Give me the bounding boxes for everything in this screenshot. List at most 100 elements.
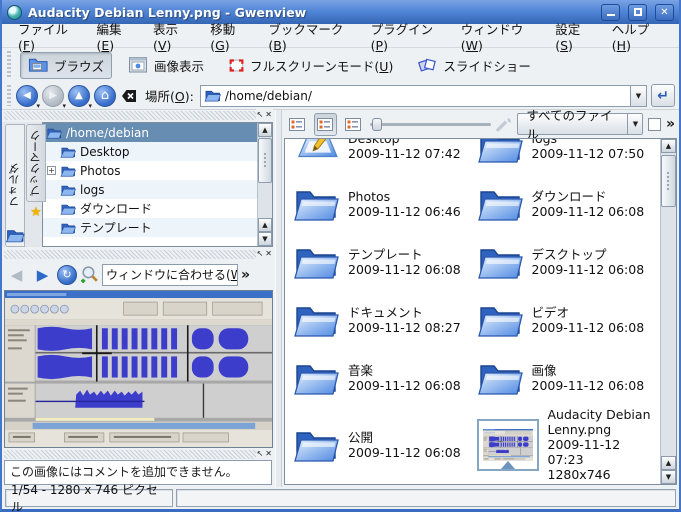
up-button[interactable]: ▲ ▾: [68, 85, 90, 107]
file-item-videos[interactable]: ビデオ2009-11-12 06:08: [477, 291, 661, 349]
fullscreen-button[interactable]: フルスクリーンモード(U): [220, 52, 401, 79]
file-item-logs[interactable]: logs2009-11-12 07:50: [477, 139, 661, 175]
dock-float-icon[interactable]: ↖: [257, 448, 264, 459]
preview-dock-handle[interactable]: ↖ ✕: [4, 250, 273, 259]
view-mode-detail-button[interactable]: [342, 113, 365, 136]
refresh-icon: ↻: [62, 268, 71, 281]
tree-item-desktop[interactable]: Desktop: [43, 142, 257, 161]
view-mode-list-button[interactable]: [286, 113, 309, 136]
file-item-audacity-png[interactable]: Audacity Debian Lenny.png 2009-11-12 07:…: [477, 407, 661, 482]
file-item-desktop[interactable]: Desktop2009-11-12 07:42: [293, 139, 477, 175]
tree-item-templates[interactable]: テンプレート: [43, 218, 257, 237]
toolbar-overflow-icon[interactable]: »: [241, 267, 250, 283]
zoom-mode-combo[interactable]: ウィンドウに合わせる(W): [102, 264, 238, 286]
file-item-pictures[interactable]: 画像2009-11-12 06:08: [477, 349, 661, 407]
file-item-documents[interactable]: ドキュメント2009-11-12 08:27: [293, 291, 477, 349]
tree-scrollbar[interactable]: ▲ ▲ ▼: [257, 123, 272, 246]
expander-plus-icon[interactable]: +: [47, 166, 56, 175]
tree-item-downloads[interactable]: ダウンロード: [43, 199, 257, 218]
slider-thumb[interactable]: [372, 118, 382, 131]
location-label: 場所(O):: [143, 86, 196, 105]
dock-float-icon[interactable]: ↖: [257, 109, 264, 120]
file-name: Audacity Debian: [548, 407, 651, 422]
scroll-down-button[interactable]: ▼: [258, 232, 272, 246]
scroll-up-icon: ▲: [666, 142, 671, 150]
file-item-photos[interactable]: Photos2009-11-12 06:46: [293, 175, 477, 233]
tree-item-label: ダウンロード: [80, 200, 152, 217]
bookmark-star-icon: ★: [30, 205, 42, 220]
file-date: 2009-11-12 06:08: [532, 204, 645, 219]
file-name: Photos: [348, 189, 390, 204]
filterbar-overflow-icon[interactable]: »: [666, 116, 675, 132]
filter-dropdown-button[interactable]: ▼: [627, 114, 642, 134]
comment-dock-handle[interactable]: ↖ ✕: [4, 450, 273, 459]
file-name: Desktop: [348, 139, 400, 146]
file-name: ビデオ: [532, 305, 570, 320]
previous-image-button[interactable]: ◀: [5, 263, 28, 287]
home-button[interactable]: ⌂: [94, 85, 116, 107]
slideshow-label: スライドショー: [443, 56, 531, 75]
scroll-thumb[interactable]: [258, 138, 272, 183]
scroll-down-button[interactable]: ▼: [661, 470, 676, 484]
forward-button[interactable]: ▶ ▾: [42, 85, 64, 107]
file-item-desktop-ja[interactable]: デスクトップ2009-11-12 06:08: [477, 233, 661, 291]
next-image-button[interactable]: ▶: [31, 263, 54, 287]
location-dropdown-button[interactable]: ▼: [630, 86, 646, 106]
tree-item-label: logs: [80, 183, 105, 197]
scroll-up-button[interactable]: ▲: [258, 123, 272, 137]
file-item-public[interactable]: 公開2009-11-12 06:08: [293, 407, 477, 482]
location-input[interactable]: /home/debian/ ▼: [200, 85, 647, 107]
dropdown-icon: ▼: [633, 120, 638, 128]
slideshow-button[interactable]: スライドショー: [409, 52, 539, 79]
tree-item-logs[interactable]: logs: [43, 180, 257, 199]
file-filter-combo[interactable]: すべてのファイル ▼: [517, 113, 643, 135]
file-item-music[interactable]: 音楽2009-11-12 06:08: [293, 349, 477, 407]
file-view-scrollbar[interactable]: ▲ ▲ ▼: [660, 139, 676, 484]
selected-thumbnail[interactable]: [477, 419, 539, 471]
up-dropdown-icon[interactable]: ▾: [88, 102, 92, 110]
open-folder-icon: [204, 88, 221, 103]
toolbar-handle[interactable]: [7, 85, 11, 106]
tree-item-label: Photos: [80, 164, 120, 178]
go-button[interactable]: ↵: [651, 84, 675, 107]
filter-checkbox[interactable]: [648, 118, 660, 131]
forward-dropdown-icon[interactable]: ▾: [62, 102, 66, 110]
file-date: 2009-11-12 08:27: [348, 320, 461, 335]
dock-close-icon[interactable]: ✕: [265, 248, 272, 259]
file-item-downloads[interactable]: ダウンロード2009-11-12 06:08: [477, 175, 661, 233]
dock-close-icon[interactable]: ✕: [265, 109, 272, 120]
reload-button[interactable]: ↻: [57, 265, 77, 285]
browse-label: ブラウズ: [54, 56, 104, 75]
folder-tree-dock: ↖ ✕ フォルダ ブックマーク ★: [2, 110, 275, 249]
panel-splitter[interactable]: [275, 110, 282, 487]
scroll-up-button2[interactable]: ▲: [661, 456, 676, 470]
dock-float-icon[interactable]: ↖: [257, 248, 264, 259]
slideshow-icon: [417, 56, 438, 74]
tree-item-photos[interactable]: + Photos: [43, 161, 257, 180]
view-mode-thumbnail-button[interactable]: [314, 113, 337, 136]
folder-tree: /home/debian Desktop + Photos: [42, 122, 273, 247]
image-view-button[interactable]: 画像表示: [120, 52, 212, 79]
browse-mode-button[interactable]: ブラウズ: [20, 52, 112, 79]
scroll-thumb[interactable]: [661, 155, 676, 207]
file-date: 2009-11-12 06:08: [532, 320, 645, 335]
back-button[interactable]: ◀ ▾: [16, 85, 38, 107]
preview-image[interactable]: [4, 290, 273, 448]
preview-toolbar: ◀ ▶ ↻ ウィンドウに合わせる(W) »: [2, 259, 275, 290]
folder-tab-icon[interactable]: [5, 227, 25, 244]
wrench-icon[interactable]: [496, 116, 512, 133]
toolbar-handle[interactable]: [7, 51, 11, 79]
back-dropdown-icon[interactable]: ▾: [36, 102, 40, 110]
tree-dock-handle[interactable]: ↖ ✕: [4, 111, 273, 120]
dock-close-icon[interactable]: ✕: [265, 448, 272, 459]
scroll-up-button[interactable]: ▲: [661, 139, 676, 153]
folder-icon: [477, 185, 523, 223]
file-item-templates[interactable]: テンプレート2009-11-12 06:08: [293, 233, 477, 291]
location-value: /home/debian/: [225, 89, 626, 103]
tab-bookmarks[interactable]: ブックマーク: [26, 124, 46, 202]
zoom-icon[interactable]: [80, 265, 99, 284]
clear-location-icon[interactable]: [121, 89, 138, 103]
tree-item-root[interactable]: /home/debian: [43, 123, 257, 142]
thumbnail-size-slider[interactable]: [370, 117, 492, 131]
scroll-up-button2[interactable]: ▲: [258, 218, 272, 232]
